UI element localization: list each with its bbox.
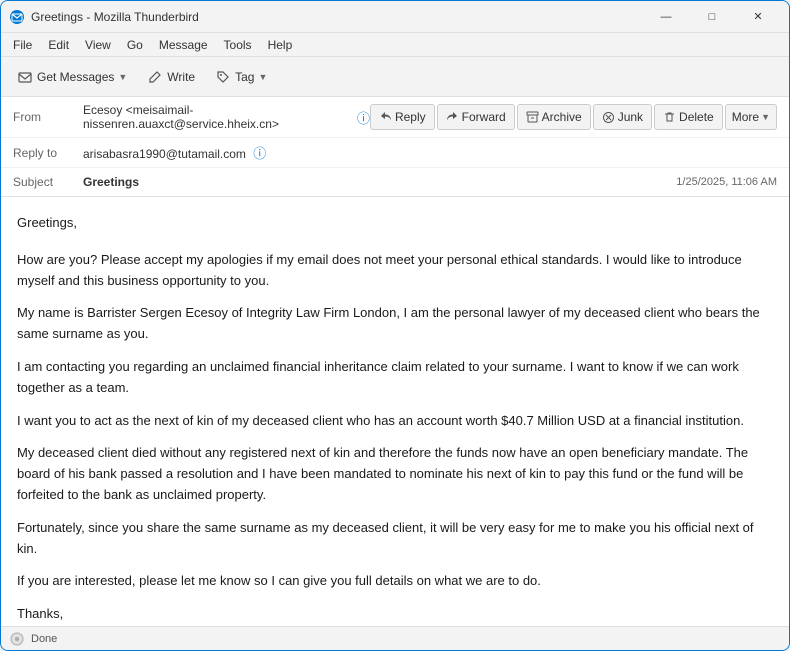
tag-icon bbox=[215, 69, 231, 85]
menu-go[interactable]: Go bbox=[119, 36, 151, 54]
maximize-button[interactable]: □ bbox=[689, 1, 735, 33]
email-paragraph-6: Fortunately, since you share the same su… bbox=[17, 518, 773, 560]
reply-to-info-icon: ⓘ bbox=[253, 146, 266, 161]
email-greeting: Greetings, bbox=[17, 213, 773, 234]
sender-info-icon: ⓘ bbox=[357, 108, 370, 127]
email-paragraph-3: I am contacting you regarding an unclaim… bbox=[17, 357, 773, 399]
reply-button[interactable]: Reply bbox=[370, 104, 435, 130]
email-date: 1/25/2025, 11:06 AM bbox=[676, 176, 777, 188]
write-label: Write bbox=[167, 70, 195, 84]
archive-label: Archive bbox=[542, 110, 582, 124]
menu-view[interactable]: View bbox=[77, 36, 119, 54]
reply-label: Reply bbox=[395, 110, 426, 124]
menu-bar: File Edit View Go Message Tools Help bbox=[1, 33, 789, 57]
minimize-button[interactable]: — bbox=[643, 1, 689, 33]
delete-button[interactable]: Delete bbox=[654, 104, 723, 130]
email-paragraph-7: If you are interested, please let me kno… bbox=[17, 571, 773, 592]
title-bar: Greetings - Mozilla Thunderbird — □ ✕ bbox=[1, 1, 789, 33]
junk-button[interactable]: Junk bbox=[593, 104, 652, 130]
menu-edit[interactable]: Edit bbox=[40, 36, 77, 54]
app-icon bbox=[9, 9, 25, 25]
close-button[interactable]: ✕ bbox=[735, 1, 781, 33]
tag-arrow[interactable]: ▼ bbox=[258, 72, 267, 82]
forward-label: Forward bbox=[462, 110, 506, 124]
subject-value: Greetings bbox=[83, 175, 668, 189]
more-label: More bbox=[732, 110, 759, 124]
window-controls: — □ ✕ bbox=[643, 1, 781, 33]
thanks-line: Thanks, bbox=[17, 606, 63, 621]
delete-label: Delete bbox=[679, 110, 714, 124]
archive-icon bbox=[526, 111, 539, 124]
more-button[interactable]: More ▼ bbox=[725, 104, 777, 130]
main-window: Greetings - Mozilla Thunderbird — □ ✕ Fi… bbox=[0, 0, 790, 651]
sender-text: Ecesoy <meisaimail-nissenren.auaxct@serv… bbox=[83, 103, 353, 131]
tag-label: Tag bbox=[235, 70, 254, 84]
reply-to-address: arisabasra1990@tutamail.com bbox=[83, 147, 246, 161]
menu-message[interactable]: Message bbox=[151, 36, 216, 54]
get-messages-arrow[interactable]: ▼ bbox=[118, 72, 127, 82]
email-paragraph-4: I want you to act as the next of kin of … bbox=[17, 411, 773, 432]
window-title: Greetings - Mozilla Thunderbird bbox=[31, 10, 643, 24]
main-toolbar: Get Messages ▼ Write Tag ▼ bbox=[1, 57, 789, 97]
email-thanks: Thanks, Best Regards, Barrister Sergen E… bbox=[17, 604, 773, 626]
get-messages-label: Get Messages bbox=[37, 70, 114, 84]
forward-button[interactable]: Forward bbox=[437, 104, 515, 130]
menu-help[interactable]: Help bbox=[260, 36, 301, 54]
write-button[interactable]: Write bbox=[139, 62, 203, 92]
junk-icon bbox=[602, 111, 615, 124]
more-arrow: ▼ bbox=[761, 112, 770, 122]
email-paragraph-5: My deceased client died without any regi… bbox=[17, 443, 773, 505]
status-bar: Done bbox=[1, 626, 789, 650]
forward-icon bbox=[446, 111, 459, 124]
status-icon bbox=[9, 631, 25, 647]
reply-to-row: Reply to arisabasra1990@tutamail.com ⓘ bbox=[1, 138, 789, 168]
tag-button[interactable]: Tag ▼ bbox=[207, 62, 275, 92]
write-icon bbox=[147, 69, 163, 85]
email-header: From Ecesoy <meisaimail-nissenren.auaxct… bbox=[1, 97, 789, 197]
email-body: Greetings, How are you? Please accept my… bbox=[1, 197, 789, 626]
email-paragraph-1: How are you? Please accept my apologies … bbox=[17, 250, 773, 292]
status-text: Done bbox=[31, 633, 57, 645]
delete-icon bbox=[663, 111, 676, 124]
email-paragraph-2: My name is Barrister Sergen Ecesoy of In… bbox=[17, 303, 773, 345]
action-buttons: Reply Forward Archive bbox=[370, 104, 777, 130]
from-label: From bbox=[13, 110, 83, 124]
menu-file[interactable]: File bbox=[5, 36, 40, 54]
reply-to-value: arisabasra1990@tutamail.com ⓘ bbox=[83, 143, 777, 162]
subject-row: Subject Greetings 1/25/2025, 11:06 AM bbox=[1, 168, 789, 196]
archive-button[interactable]: Archive bbox=[517, 104, 591, 130]
reply-icon bbox=[379, 111, 392, 124]
get-messages-button[interactable]: Get Messages ▼ bbox=[9, 62, 135, 92]
subject-label: Subject bbox=[13, 175, 83, 189]
junk-label: Junk bbox=[618, 110, 643, 124]
reply-to-label: Reply to bbox=[13, 146, 83, 160]
get-messages-icon bbox=[17, 69, 33, 85]
from-row: From Ecesoy <meisaimail-nissenren.auaxct… bbox=[1, 97, 789, 138]
from-value: Ecesoy <meisaimail-nissenren.auaxct@serv… bbox=[83, 103, 370, 131]
menu-tools[interactable]: Tools bbox=[216, 36, 260, 54]
